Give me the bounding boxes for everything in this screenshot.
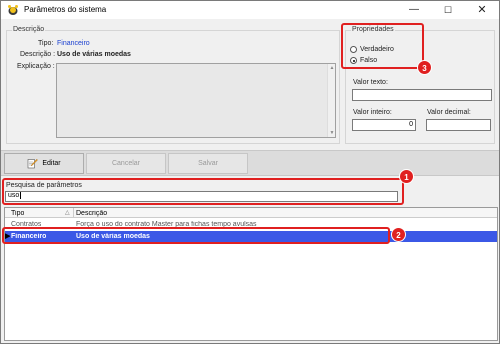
- valor-decimal-label: Valor decimal:: [427, 109, 471, 116]
- editar-button[interactable]: Editar: [4, 153, 84, 174]
- tipo-value: Financeiro: [57, 40, 90, 47]
- cancelar-button-label: Cancelar: [111, 160, 140, 167]
- salvar-button[interactable]: Salvar: [168, 153, 248, 174]
- scroll-down-icon[interactable]: ▼: [328, 129, 336, 137]
- title-bar: Parâmetros do sistema — ☐ ✕: [1, 1, 499, 19]
- callout-badge-2: 2: [391, 227, 406, 242]
- editar-button-label: Editar: [42, 160, 61, 167]
- propriedades-highlight-box: [341, 23, 424, 69]
- descricao-value: Uso de várias moedas: [57, 51, 131, 58]
- minimize-button[interactable]: —: [397, 1, 431, 19]
- action-toolbar: Editar Cancelar Salvar: [1, 150, 499, 176]
- parametros-window: Parâmetros do sistema — ☐ ✕ Descrição Ti…: [0, 0, 500, 344]
- close-button[interactable]: ✕: [465, 1, 499, 19]
- explicacao-scrollbar[interactable]: ▲ ▼: [327, 64, 335, 137]
- tipo-label: Tipo:: [38, 40, 54, 47]
- cancelar-button[interactable]: Cancelar: [86, 153, 166, 174]
- window-title: Parâmetros do sistema: [24, 5, 107, 14]
- valor-decimal-input[interactable]: [426, 119, 491, 131]
- column-header-tipo[interactable]: Tipo: [11, 210, 24, 217]
- row-highlight-box: [2, 227, 390, 244]
- maximize-button[interactable]: ☐: [431, 1, 465, 19]
- scroll-up-icon[interactable]: ▲: [328, 64, 336, 72]
- salvar-button-label: Salvar: [198, 160, 218, 167]
- edit-pencil-icon: [28, 158, 39, 169]
- callout-badge-1: 1: [399, 169, 414, 184]
- valor-inteiro-input[interactable]: 0: [352, 119, 416, 131]
- column-divider: [73, 208, 74, 218]
- column-header-descricao[interactable]: Descrição: [76, 210, 107, 217]
- explicacao-textarea[interactable]: ▲ ▼: [56, 63, 336, 138]
- sort-ascending-icon: △: [65, 210, 70, 216]
- search-highlight-box: [2, 178, 404, 205]
- valor-texto-input[interactable]: [352, 89, 492, 101]
- grid-header: Tipo △ Descrição: [5, 208, 497, 218]
- descricao-label: Descrição :: [20, 51, 56, 58]
- descricao-group-title: Descrição: [12, 26, 46, 33]
- app-logo-icon: [8, 5, 18, 15]
- descricao-group: Descrição Tipo: Financeiro Descrição : U…: [6, 26, 340, 144]
- explicacao-label: Explicação :: [17, 63, 55, 70]
- valor-inteiro-label: Valor inteiro:: [353, 109, 392, 116]
- callout-badge-3: 3: [417, 60, 432, 75]
- valor-texto-label: Valor texto:: [353, 79, 388, 86]
